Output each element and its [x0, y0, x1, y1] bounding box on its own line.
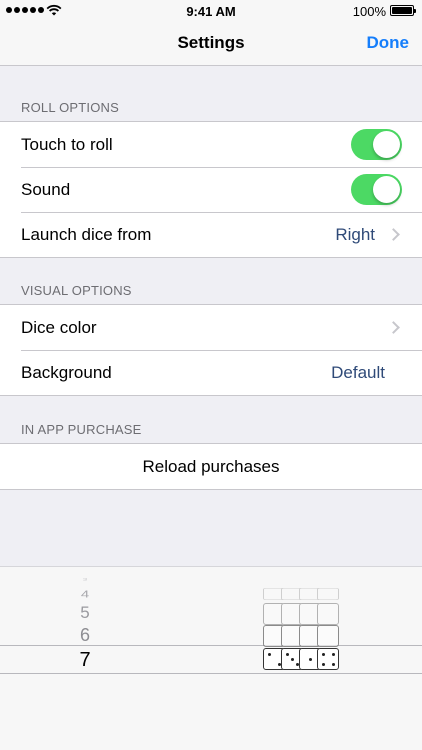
- roll-options-group: Touch to roll Sound Launch dice from Rig…: [0, 121, 422, 258]
- background-value: Default: [331, 362, 385, 382]
- touch-to-roll-label: Touch to roll: [21, 134, 113, 154]
- toggle-knob: [373, 176, 400, 203]
- launch-dice-from-row[interactable]: Launch dice from Right: [0, 212, 422, 257]
- dice-preview-7: [263, 648, 339, 670]
- chevron-right-icon: [387, 321, 400, 334]
- battery-icon: [390, 5, 416, 16]
- picker-number[interactable]: 3: [70, 578, 100, 582]
- status-bar: 9:41 AM 100%: [0, 0, 422, 22]
- picker-number[interactable]: 4: [70, 589, 100, 601]
- dice-color-label: Dice color: [21, 317, 97, 337]
- in-app-purchase-header: IN APP PURCHASE: [21, 422, 142, 437]
- background-row[interactable]: Background Default: [0, 350, 422, 395]
- picker-number[interactable]: 6: [70, 625, 100, 646]
- picker-selected-number[interactable]: 7: [70, 649, 100, 672]
- dice-preview-5: [263, 603, 339, 625]
- visual-options-header: VISUAL OPTIONS: [21, 283, 132, 298]
- background-label: Background: [21, 362, 112, 382]
- dice-color-row[interactable]: Dice color: [0, 305, 422, 350]
- toggle-knob: [373, 131, 400, 158]
- dice-count-picker[interactable]: 3 4 5 6 7: [0, 566, 422, 750]
- sound-label: Sound: [21, 179, 71, 199]
- in-app-purchase-group: Reload purchases: [0, 443, 422, 490]
- battery-percent: 100%: [352, 4, 386, 19]
- touch-to-roll-row: Touch to roll: [0, 122, 422, 167]
- dice-preview-4: [263, 587, 339, 601]
- done-button[interactable]: Done: [367, 33, 410, 53]
- picker-selection-top-line: [0, 645, 422, 646]
- top-bar: 9:41 AM 100% Settings Done: [0, 0, 422, 66]
- page-title: Settings: [177, 33, 245, 52]
- picker-selection-bottom-line: [0, 673, 422, 674]
- sound-row: Sound: [0, 167, 422, 212]
- dice-preview-6: [263, 625, 339, 647]
- reload-purchases-label: Reload purchases: [142, 456, 280, 476]
- visual-options-group: Dice color Background Default: [0, 304, 422, 396]
- reload-purchases-button[interactable]: Reload purchases: [0, 444, 422, 489]
- roll-options-header: ROLL OPTIONS: [21, 100, 119, 115]
- launch-dice-from-value: Right: [335, 224, 375, 244]
- picker-number[interactable]: 5: [70, 603, 100, 623]
- sound-toggle[interactable]: [351, 174, 402, 205]
- launch-dice-from-label: Launch dice from: [21, 224, 152, 244]
- chevron-right-icon: [387, 228, 400, 241]
- touch-to-roll-toggle[interactable]: [351, 129, 402, 160]
